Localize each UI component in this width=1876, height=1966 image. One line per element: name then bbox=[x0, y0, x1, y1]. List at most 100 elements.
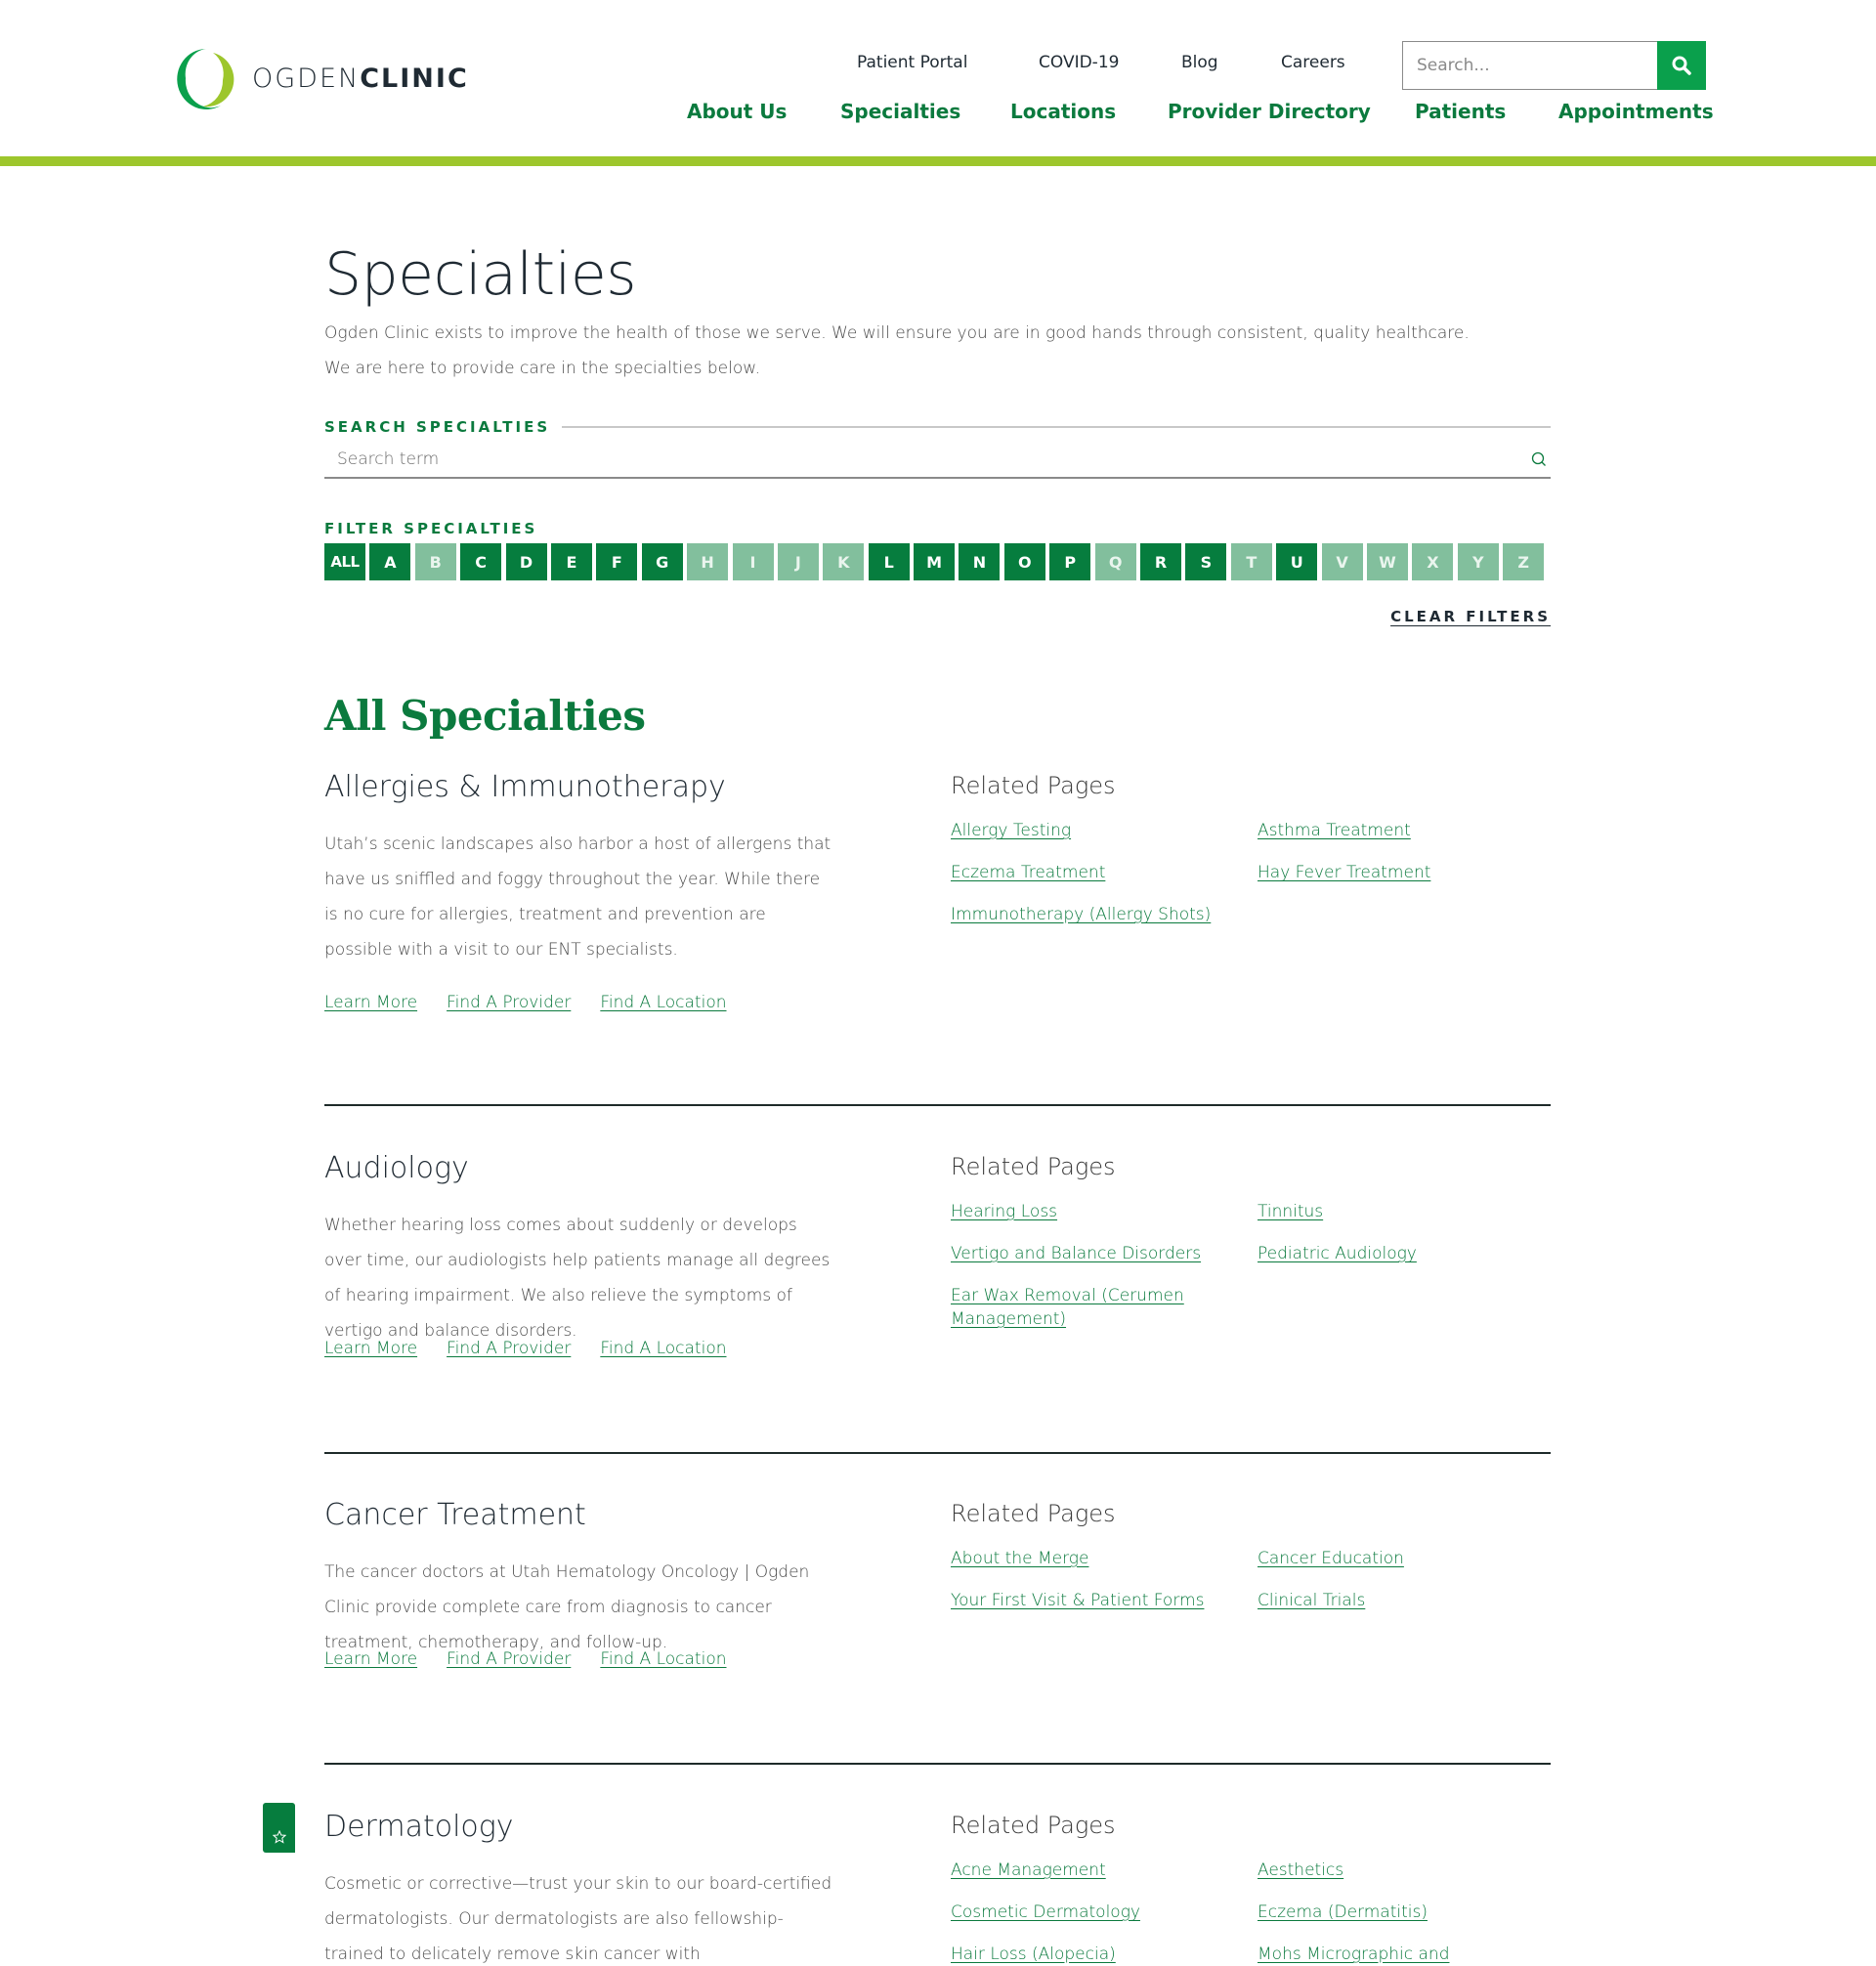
logo-text-bold: CLINIC bbox=[360, 63, 469, 94]
filter-letter-d[interactable]: D bbox=[505, 543, 547, 580]
site-header: OGDENCLINIC Patient Portal COVID-19 Blog… bbox=[0, 0, 1876, 156]
logo-wordmark: OGDENCLINIC bbox=[252, 64, 469, 94]
filter-letter-q[interactable]: Q bbox=[1094, 543, 1136, 580]
clear-filters-link[interactable]: CLEAR FILTERS bbox=[1390, 608, 1551, 625]
related-link-hearing-loss[interactable]: Hearing Loss bbox=[951, 1200, 1258, 1223]
related-link-mohs-micrographic[interactable]: Mohs Micrographic and bbox=[1258, 1943, 1547, 1966]
logo-ring-icon bbox=[177, 49, 234, 109]
filter-letter-r[interactable]: R bbox=[1140, 543, 1182, 580]
find-a-provider-link[interactable]: Find A Provider bbox=[447, 1339, 571, 1358]
find-a-location-link[interactable]: Find A Location bbox=[600, 1649, 726, 1669]
page-intro: Ogden Clinic exists to improve the healt… bbox=[324, 316, 1551, 386]
related-link-pediatric-audiology[interactable]: Pediatric Audiology bbox=[1258, 1242, 1547, 1265]
filter-letter-l[interactable]: L bbox=[868, 543, 910, 580]
specialty-actions: Learn More Find A Provider Find A Locati… bbox=[324, 1339, 756, 1358]
search-label-rule bbox=[562, 426, 1551, 428]
filter-letter-v[interactable]: V bbox=[1321, 543, 1363, 580]
filter-letter-u[interactable]: U bbox=[1276, 543, 1318, 580]
filter-letter-c[interactable]: C bbox=[460, 543, 502, 580]
specialty-search-input[interactable] bbox=[324, 449, 1529, 469]
site-search bbox=[1402, 41, 1706, 90]
related-link-about-the-merge[interactable]: About the Merge bbox=[951, 1547, 1258, 1570]
section-divider bbox=[324, 1104, 1551, 1106]
specialty-name: Allergies & Immunotherapy bbox=[324, 770, 726, 804]
related-link-hair-loss[interactable]: Hair Loss (Alopecia) bbox=[951, 1943, 1258, 1966]
util-nav-blog[interactable]: Blog bbox=[1181, 53, 1218, 72]
find-a-provider-link[interactable]: Find A Provider bbox=[447, 993, 571, 1012]
filter-letter-b[interactable]: B bbox=[414, 543, 456, 580]
related-link-cancer-education[interactable]: Cancer Education bbox=[1258, 1547, 1547, 1570]
main-nav-specialties[interactable]: Specialties bbox=[840, 100, 960, 123]
specialty-description: Cosmetic or corrective—trust your skin t… bbox=[324, 1874, 832, 1964]
related-link-eczema-dermatitis[interactable]: Eczema (Dermatitis) bbox=[1258, 1901, 1547, 1924]
filter-letter-m[interactable]: M bbox=[914, 543, 956, 580]
main-nav-locations[interactable]: Locations bbox=[1010, 100, 1116, 123]
filter-letter-z[interactable]: Z bbox=[1503, 543, 1545, 580]
related-link-clinical-trials[interactable]: Clinical Trials bbox=[1258, 1589, 1547, 1612]
search-icon[interactable] bbox=[1529, 449, 1549, 469]
search-specialties-label: SEARCH SPECIALTIES bbox=[324, 418, 551, 436]
site-search-input[interactable] bbox=[1402, 41, 1658, 90]
filter-letter-n[interactable]: N bbox=[959, 543, 1001, 580]
site-search-button[interactable] bbox=[1657, 41, 1706, 90]
filter-letter-e[interactable]: E bbox=[550, 543, 592, 580]
intro-line-2: We are here to provide care in the speci… bbox=[324, 359, 760, 378]
find-a-location-link[interactable]: Find A Location bbox=[600, 1339, 726, 1358]
learn-more-link[interactable]: Learn More bbox=[324, 1649, 417, 1669]
related-link-allergy-testing[interactable]: Allergy Testing bbox=[951, 819, 1258, 842]
filter-letter-s[interactable]: S bbox=[1185, 543, 1227, 580]
specialty-actions: Learn More Find A Provider Find A Locati… bbox=[324, 1649, 756, 1669]
related-link-vertigo-balance[interactable]: Vertigo and Balance Disorders bbox=[951, 1242, 1258, 1265]
specialty-actions: Learn More Find A Provider Find A Locati… bbox=[324, 993, 756, 1012]
related-pages-list: Allergy Testing Asthma Treatment Eczema … bbox=[951, 819, 1547, 926]
related-pages-list: Hearing Loss Tinnitus Vertigo and Balanc… bbox=[951, 1200, 1547, 1331]
find-a-provider-link[interactable]: Find A Provider bbox=[447, 1649, 571, 1669]
section-divider bbox=[324, 1763, 1551, 1765]
filter-letter-all[interactable]: ALL bbox=[324, 543, 365, 580]
page-title: Specialties bbox=[324, 240, 637, 309]
util-nav-patient-portal[interactable]: Patient Portal bbox=[857, 53, 967, 72]
specialty-name: Dermatology bbox=[324, 1810, 514, 1844]
main-nav-about-us[interactable]: About Us bbox=[687, 100, 787, 123]
filter-letter-o[interactable]: O bbox=[1003, 543, 1045, 580]
related-link-hay-fever-treatment[interactable]: Hay Fever Treatment bbox=[1258, 861, 1547, 884]
learn-more-link[interactable]: Learn More bbox=[324, 993, 417, 1012]
main-nav-patients[interactable]: Patients bbox=[1415, 100, 1506, 123]
main-nav-provider-directory[interactable]: Provider Directory bbox=[1168, 100, 1371, 123]
main-nav-appointments[interactable]: Appointments bbox=[1558, 100, 1714, 123]
filter-letter-g[interactable]: G bbox=[641, 543, 683, 580]
filter-letter-k[interactable]: K bbox=[823, 543, 865, 580]
related-link-asthma-treatment[interactable]: Asthma Treatment bbox=[1258, 819, 1547, 842]
related-link-aesthetics[interactable]: Aesthetics bbox=[1258, 1859, 1547, 1882]
find-a-location-link[interactable]: Find A Location bbox=[600, 993, 726, 1012]
filter-letter-p[interactable]: P bbox=[1049, 543, 1091, 580]
filter-letter-t[interactable]: T bbox=[1230, 543, 1272, 580]
util-nav-covid-19[interactable]: COVID-19 bbox=[1039, 53, 1119, 72]
filter-letter-h[interactable]: H bbox=[687, 543, 729, 580]
filter-letter-f[interactable]: F bbox=[596, 543, 638, 580]
util-nav-careers[interactable]: Careers bbox=[1281, 53, 1345, 72]
related-link-acne-management[interactable]: Acne Management bbox=[951, 1859, 1258, 1882]
logo-text-light: OGDEN bbox=[252, 63, 361, 94]
favorite-tab[interactable] bbox=[263, 1803, 295, 1853]
related-pages-heading: Related Pages bbox=[951, 772, 1116, 799]
related-link-tinnitus[interactable]: Tinnitus bbox=[1258, 1200, 1547, 1223]
learn-more-link[interactable]: Learn More bbox=[324, 1339, 417, 1358]
related-link-eczema-treatment[interactable]: Eczema Treatment bbox=[951, 861, 1258, 884]
related-link-ear-wax-removal[interactable]: Ear Wax Removal (Cerumen Management) bbox=[951, 1284, 1215, 1331]
specialty-search-field bbox=[324, 442, 1551, 479]
filter-letter-x[interactable]: X bbox=[1412, 543, 1454, 580]
site-logo[interactable]: OGDENCLINIC bbox=[174, 45, 469, 111]
filter-letter-i[interactable]: I bbox=[732, 543, 774, 580]
section-divider bbox=[324, 1452, 1551, 1454]
related-pages-list: About the Merge Cancer Education Your Fi… bbox=[951, 1547, 1547, 1612]
related-link-first-visit-forms[interactable]: Your First Visit & Patient Forms bbox=[951, 1589, 1258, 1612]
all-specialties-heading: All Specialties bbox=[324, 692, 646, 740]
related-link-immunotherapy[interactable]: Immunotherapy (Allergy Shots) bbox=[951, 903, 1258, 926]
filter-letter-a[interactable]: A bbox=[369, 543, 411, 580]
specialty-description: The cancer doctors at Utah Hematology On… bbox=[324, 1562, 810, 1652]
related-link-cosmetic-dermatology[interactable]: Cosmetic Dermatology bbox=[951, 1901, 1258, 1924]
filter-letter-j[interactable]: J bbox=[777, 543, 819, 580]
filter-letter-y[interactable]: Y bbox=[1457, 543, 1499, 580]
filter-letter-w[interactable]: W bbox=[1366, 543, 1408, 580]
